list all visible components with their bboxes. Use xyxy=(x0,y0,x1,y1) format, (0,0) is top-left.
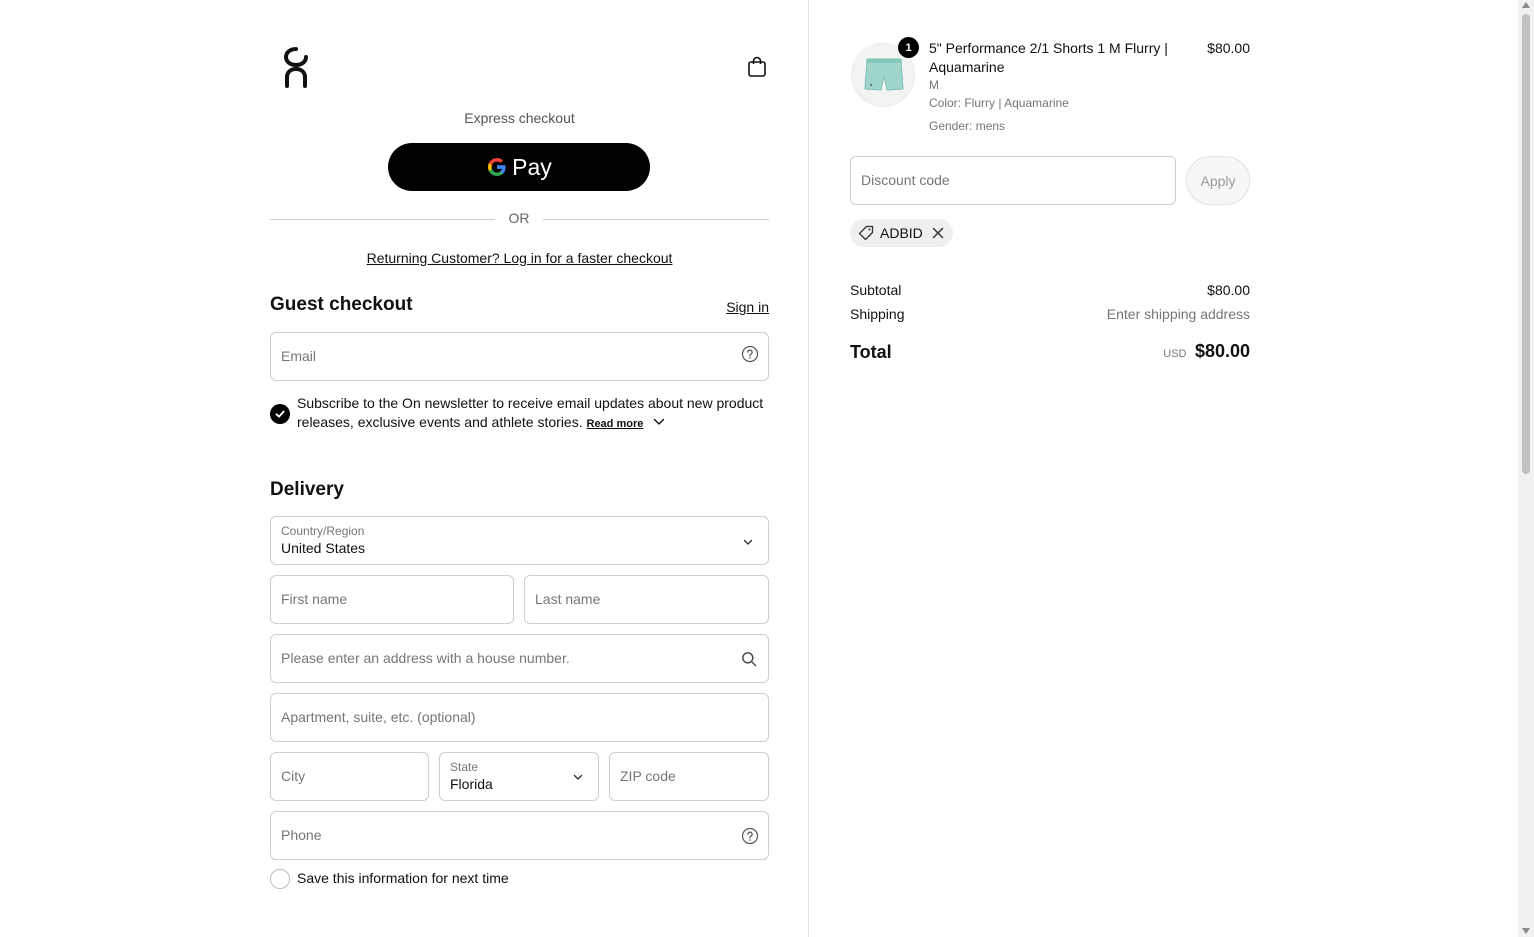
guest-checkout-heading: Guest checkout xyxy=(270,294,413,315)
discount-code-text: ADBID xyxy=(880,225,923,241)
shipping-value: Enter shipping address xyxy=(1106,306,1250,322)
country-select[interactable]: Country/Region United States xyxy=(270,516,769,565)
read-more-link[interactable]: Read more xyxy=(587,418,644,430)
apartment-field[interactable]: Apartment, suite, etc. (optional) xyxy=(270,693,769,742)
phone-field[interactable]: Phone xyxy=(270,811,769,860)
total-value: $80.00 xyxy=(1194,341,1250,361)
email-placeholder: Email xyxy=(281,348,317,364)
or-divider-text: OR xyxy=(508,210,530,226)
phone-placeholder: Phone xyxy=(281,827,322,843)
city-field[interactable]: City xyxy=(270,752,429,801)
scroll-down-arrow-icon[interactable] xyxy=(1522,928,1530,934)
total-amount: USD $80.00 xyxy=(1000,341,1250,362)
close-icon[interactable] xyxy=(931,226,945,240)
save-info-checkbox[interactable] xyxy=(270,869,290,889)
zip-code-field[interactable]: ZIP code xyxy=(609,752,769,801)
help-circle-icon[interactable] xyxy=(741,827,759,845)
subtotal-value: $80.00 xyxy=(1207,282,1250,298)
last-name-field[interactable]: Last name xyxy=(524,575,769,624)
order-summary-panel xyxy=(810,0,1518,937)
help-circle-icon[interactable] xyxy=(741,345,759,363)
state-value: Florida xyxy=(450,776,493,792)
country-value: United States xyxy=(281,540,366,556)
newsletter-text: Subscribe to the On newsletter to receiv… xyxy=(297,395,764,430)
first-name-field[interactable]: First name xyxy=(270,575,514,624)
product-gender: Gender: mens xyxy=(929,119,1006,133)
apply-discount-button[interactable]: Apply xyxy=(1186,156,1250,205)
product-size: M xyxy=(929,78,939,92)
checkout-form-panel: Express checkout Pay OR Returning Custom… xyxy=(0,0,809,937)
divider-right xyxy=(543,219,769,220)
google-pay-button[interactable]: Pay xyxy=(388,143,650,191)
total-label: Total xyxy=(850,342,892,362)
search-icon xyxy=(742,652,757,667)
google-g-icon xyxy=(488,158,506,176)
google-pay-label: Pay xyxy=(512,153,552,180)
newsletter-consent-text: Subscribe to the On newsletter to receiv… xyxy=(297,394,772,434)
email-field[interactable]: Email xyxy=(270,332,769,381)
address-placeholder: Please enter an address with a house num… xyxy=(281,650,570,666)
country-label: Country/Region xyxy=(281,524,365,538)
subtotal-label: Subtotal xyxy=(850,282,902,298)
price-tag-icon xyxy=(858,225,874,241)
newsletter-checkbox[interactable] xyxy=(270,404,290,424)
zip-placeholder: ZIP code xyxy=(620,768,676,784)
save-info-label: Save this information for next time xyxy=(297,870,509,886)
scrollbar-thumb[interactable] xyxy=(1522,14,1530,474)
state-select[interactable]: State Florida xyxy=(439,752,599,801)
state-label: State xyxy=(450,760,479,774)
scroll-up-arrow-icon[interactable] xyxy=(1522,2,1530,8)
last-name-placeholder: Last name xyxy=(535,591,601,607)
shipping-label: Shipping xyxy=(850,306,905,322)
chevron-down-icon xyxy=(743,539,753,545)
product-color: Color: Flurry | Aquamarine xyxy=(929,96,1069,110)
chevron-down-icon xyxy=(573,774,583,780)
delivery-heading: Delivery xyxy=(270,479,344,500)
chevron-down-icon[interactable] xyxy=(653,416,665,428)
product-price: $80.00 xyxy=(1207,40,1250,56)
page-scrollbar[interactable] xyxy=(1518,0,1534,937)
quantity-badge: 1 xyxy=(898,37,919,58)
shopping-bag-icon[interactable] xyxy=(745,55,769,79)
on-logo-icon[interactable] xyxy=(283,46,309,88)
divider-left xyxy=(270,219,495,220)
product-name: 5" Performance 2/1 Shorts 1 M Flurry | A… xyxy=(929,40,1168,75)
discount-placeholder: Discount code xyxy=(861,172,950,188)
returning-customer-login-link[interactable]: Returning Customer? Log in for a faster … xyxy=(270,250,769,266)
sign-in-link[interactable]: Sign in xyxy=(700,299,769,315)
express-checkout-label: Express checkout xyxy=(464,110,575,126)
discount-code-field[interactable]: Discount code xyxy=(850,156,1176,205)
apartment-placeholder: Apartment, suite, etc. (optional) xyxy=(281,709,476,725)
applied-discount-tag: ADBID xyxy=(850,219,953,247)
address-field[interactable]: Please enter an address with a house num… xyxy=(270,634,769,683)
first-name-placeholder: First name xyxy=(281,591,348,607)
city-placeholder: City xyxy=(281,768,306,784)
total-currency: USD xyxy=(1163,348,1187,360)
checkmark-icon xyxy=(275,410,285,418)
